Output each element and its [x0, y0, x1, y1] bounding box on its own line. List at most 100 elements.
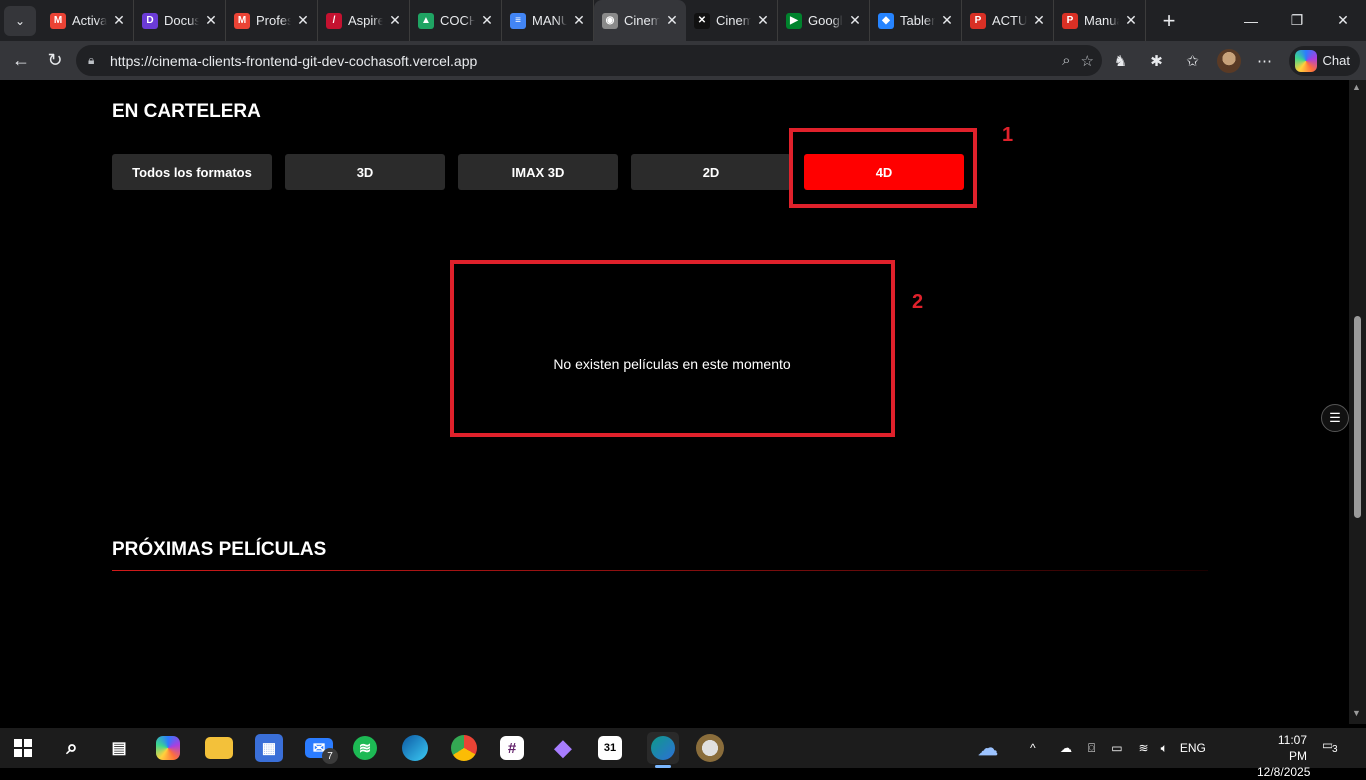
copilot-chat-button[interactable]: Chat [1288, 45, 1360, 76]
wifi-icon[interactable]: ≋ [1139, 741, 1149, 755]
copilot-icon [1294, 49, 1317, 72]
browser-tab-strip: ⌄ M Activac ✕ D Docusi ✕ M Profess ✕ / Aspire ✕ ▲ COC… [0, 0, 1366, 41]
minimize-icon: — [1244, 12, 1258, 29]
pdf-icon: P [1062, 12, 1078, 29]
close-tab-icon[interactable]: ✕ [389, 12, 401, 29]
browser-tab[interactable]: ✕ Cinema ✕ [686, 0, 778, 41]
browser-tab-label: Docusi [164, 13, 199, 28]
input-language[interactable]: ENG [1180, 741, 1206, 755]
scrollbar-thumb[interactable] [1354, 316, 1361, 518]
close-tab-icon[interactable]: ✕ [573, 12, 585, 29]
battery-icon[interactable]: ▭ [1111, 741, 1122, 755]
chat-label: Chat [1322, 53, 1350, 68]
close-tab-icon[interactable]: ✕ [757, 12, 769, 29]
edge-icon[interactable] [402, 735, 428, 761]
filter-toggle-button[interactable]: ☰ [1321, 404, 1349, 432]
browser-tab[interactable]: ≡ MANU ✕ [502, 0, 594, 41]
restore-icon: ❐ [1290, 12, 1304, 28]
tab-list: M Activac ✕ D Docusi ✕ M Profess ✕ / Aspire ✕ ▲ COCHA… [42, 0, 1146, 41]
browser-tab[interactable]: M Profess ✕ [226, 0, 318, 41]
google-drive-icon: ▲ [418, 12, 434, 29]
browser-tab-label: Aspire [348, 13, 383, 28]
browser-tab[interactable]: ▲ COCHA ✕ [410, 0, 502, 41]
format-filter-button[interactable]: IMAX 3D [458, 154, 618, 190]
show-hidden-icons-icon[interactable]: ^ [1030, 741, 1044, 755]
search-icon[interactable]: ⌕ [1062, 52, 1070, 69]
volume-icon[interactable]: 🔈︎ [1161, 741, 1168, 756]
format-filter-button[interactable]: 2D [631, 154, 791, 190]
format-filter-button[interactable]: Todos los formatos [112, 154, 272, 190]
section-divider [112, 570, 1208, 571]
copilot-icon[interactable] [156, 736, 180, 760]
annotation-box-2 [450, 260, 895, 437]
file-explorer-icon[interactable] [205, 737, 233, 759]
search-icon[interactable]: ⌕ [58, 734, 86, 762]
extensions-puzzle-icon[interactable]: ✱ [1141, 45, 1173, 77]
browser-tab-label: MANU [532, 13, 567, 28]
task-view-icon[interactable]: ▤ [105, 734, 133, 762]
docusign-icon: D [142, 12, 158, 29]
gmail-icon: M [234, 12, 250, 29]
close-tab-icon[interactable]: ✕ [666, 12, 678, 29]
empty-movies-message: No existen películas en este momento [553, 356, 791, 372]
onedrive-icon[interactable]: ☁ [1060, 741, 1072, 755]
address-bar[interactable]: 🔒︎ https://cinema-clients-frontend-git-d… [76, 45, 1102, 76]
close-tab-icon[interactable]: ✕ [1033, 12, 1045, 29]
minimize-button[interactable]: — [1228, 0, 1274, 41]
browser-tab[interactable]: / Aspire ✕ [318, 0, 410, 41]
system-clock[interactable]: 11:07 PM 12/8/2025 [1257, 732, 1310, 780]
close-tab-icon[interactable]: ✕ [205, 12, 217, 29]
slack-icon[interactable]: # [500, 736, 524, 760]
tab-actions-menu[interactable]: ⌄ [4, 5, 36, 36]
close-tab-icon[interactable]: ✕ [297, 12, 309, 29]
url-text: https://cinema-clients-frontend-git-dev-… [110, 52, 478, 69]
format-filter-button[interactable]: 3D [285, 154, 445, 190]
browser-tab[interactable]: ◉ Cinema ✕ [594, 0, 686, 41]
browser-tab-label: Cinema [624, 13, 660, 28]
paint-icon[interactable] [696, 734, 724, 762]
calendar-icon[interactable]: 31 [598, 736, 622, 760]
browser-tab[interactable]: ▶ Google ✕ [778, 0, 870, 41]
close-tab-icon[interactable]: ✕ [849, 12, 861, 29]
browser-tab-label: Activac [72, 13, 107, 28]
microsoft-store-icon[interactable]: ▦ [255, 734, 283, 762]
browser-tab[interactable]: M Activac ✕ [42, 0, 134, 41]
reload-icon: ↻ [47, 50, 63, 70]
filter-list-icon: ☰ [1329, 410, 1341, 425]
back-button[interactable]: ← [4, 44, 38, 78]
notification-center-button[interactable]: ▭ 3 [1322, 738, 1344, 758]
browser-tab-label: COCHA [440, 13, 475, 28]
page-scrollbar[interactable]: ▲ ▼ [1349, 80, 1366, 724]
chrome-icon[interactable] [451, 735, 477, 761]
favorites-icon[interactable]: ✩ [1177, 45, 1209, 77]
close-tab-icon[interactable]: ✕ [1125, 12, 1137, 29]
browser-tab[interactable]: P ACTUA ✕ [962, 0, 1054, 41]
edge-dev-icon[interactable] [647, 732, 679, 764]
reload-button[interactable]: ↻ [38, 44, 72, 78]
extension-icon[interactable]: ♞ [1105, 45, 1137, 77]
close-tab-icon[interactable]: ✕ [481, 12, 493, 29]
obsidian-icon[interactable]: ◆ [549, 734, 577, 762]
browser-tab[interactable]: ◆ Tablero ✕ [870, 0, 962, 41]
scroll-down-icon[interactable]: ▼ [1352, 708, 1361, 718]
notification-count: 3 [1332, 744, 1338, 755]
restore-button[interactable]: ❐ [1274, 0, 1320, 41]
site-info-icon[interactable]: 🔒︎ [88, 53, 106, 68]
browser-tab[interactable]: D Docusi ✕ [134, 0, 226, 41]
windows-start-icon[interactable] [9, 734, 37, 762]
profile-button[interactable] [1213, 45, 1245, 77]
settings-more-icon[interactable]: ⋯ [1249, 45, 1281, 77]
spotify-icon[interactable]: ≋ [353, 736, 377, 760]
github-icon: ◉ [602, 12, 618, 29]
camera-icon[interactable]: ⌼ [1088, 741, 1095, 756]
browser-tab[interactable]: P Manua ✕ [1054, 0, 1146, 41]
close-tab-icon[interactable]: ✕ [941, 12, 953, 29]
favorite-star-icon[interactable]: ☆ [1081, 52, 1094, 70]
close-tab-icon[interactable]: ✕ [113, 12, 125, 29]
browser-tab-label: Cinema [716, 13, 751, 28]
scroll-up-icon[interactable]: ▲ [1352, 82, 1361, 92]
weather-icon[interactable]: ☁ [974, 734, 1002, 762]
browser-tab-label: Tablero [900, 13, 935, 28]
new-tab-button[interactable]: + [1154, 6, 1184, 36]
close-window-button[interactable]: ✕ [1320, 0, 1366, 41]
